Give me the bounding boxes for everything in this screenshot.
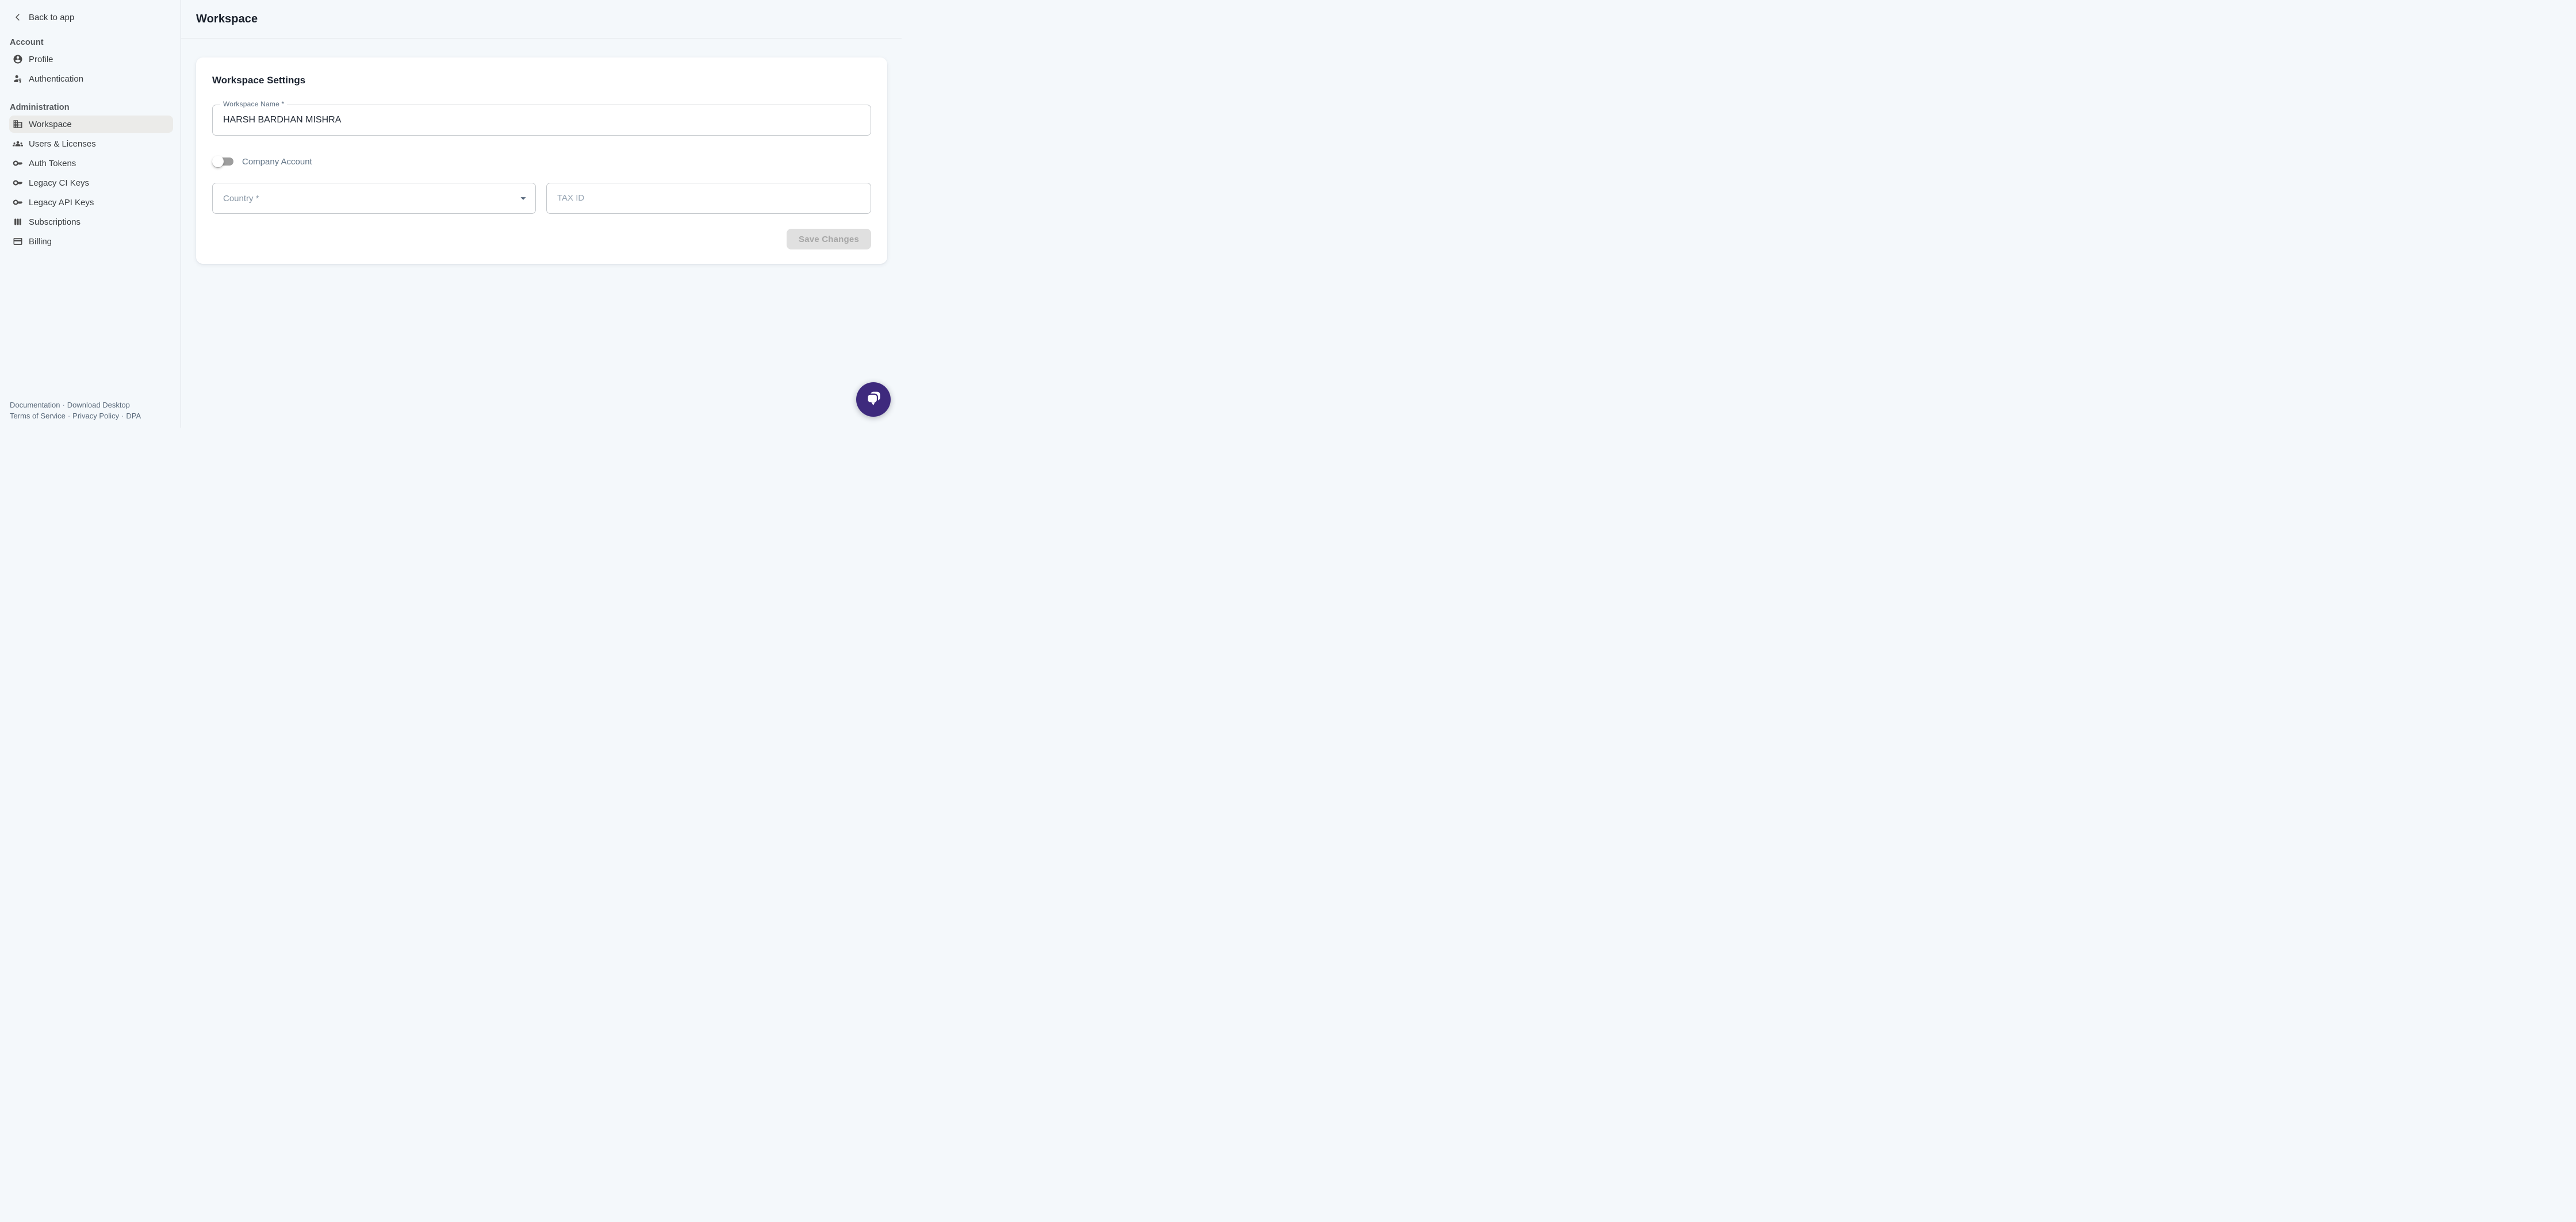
download-desktop-link[interactable]: Download Desktop (67, 401, 130, 409)
company-account-row: Company Account (212, 151, 871, 172)
sidebar-item-subscriptions[interactable]: Subscriptions (9, 213, 173, 230)
sidebar-item-label: Users & Licenses (29, 139, 96, 149)
sidebar-item-label: Auth Tokens (29, 159, 76, 168)
groups-icon (13, 139, 23, 149)
sidebar-item-label: Billing (29, 237, 52, 247)
footer-separator: · (121, 412, 124, 420)
footer-row-1: Documentation·Download Desktop (10, 399, 141, 410)
page-title: Workspace (196, 13, 258, 26)
tax-id-field (546, 183, 871, 214)
workspace-name-field: Workspace Name * (212, 105, 871, 136)
sidebar-item-billing[interactable]: Billing (9, 233, 173, 250)
card-title: Workspace Settings (212, 75, 871, 86)
company-account-toggle[interactable] (212, 156, 233, 167)
sidebar-item-workspace[interactable]: Workspace (9, 116, 173, 133)
sidebar-item-label: Profile (29, 55, 53, 64)
toggle-thumb (212, 156, 224, 167)
sidebar-footer: Documentation·Download Desktop Terms of … (10, 399, 141, 421)
sidebar-item-authentication[interactable]: Authentication (9, 70, 173, 87)
footer-row-2: Terms of Service·Privacy Policy·DPA (10, 410, 141, 421)
dpa-link[interactable]: DPA (126, 412, 141, 420)
chat-launcher-button[interactable] (856, 382, 891, 417)
footer-separator: · (62, 401, 64, 409)
workspace-name-label: Workspace Name * (220, 100, 287, 108)
key-icon (13, 158, 23, 168)
sidebar-item-label: Legacy API Keys (29, 198, 94, 207)
page-header: Workspace (181, 0, 902, 39)
section-title-account: Account (10, 38, 171, 47)
country-select-label: Country * (223, 194, 259, 203)
chevron-left-icon (13, 12, 23, 22)
key-icon (13, 197, 23, 207)
section-title-administration: Administration (10, 103, 171, 112)
key-icon (13, 178, 23, 188)
sidebar-item-label: Subscriptions (29, 217, 80, 227)
card-actions: Save Changes (212, 229, 871, 249)
privacy-policy-link[interactable]: Privacy Policy (72, 412, 119, 420)
credit-card-icon (13, 236, 23, 247)
sidebar: Back to app Account Profile Authenticati… (0, 0, 181, 428)
main-area: Workspace Workspace Settings Workspace N… (181, 0, 902, 428)
tax-id-input[interactable] (547, 183, 871, 213)
chat-bubbles-icon (865, 389, 883, 410)
back-to-app-button[interactable]: Back to app (13, 12, 171, 22)
back-to-app-label: Back to app (29, 13, 74, 22)
country-tax-row: Country * (212, 183, 871, 214)
sidebar-item-users-licenses[interactable]: Users & Licenses (9, 135, 173, 152)
footer-separator: · (68, 412, 70, 420)
sidebar-item-legacy-ci-keys[interactable]: Legacy CI Keys (9, 174, 173, 191)
content-area: Workspace Settings Workspace Name * Comp… (181, 39, 902, 264)
sidebar-item-profile[interactable]: Profile (9, 51, 173, 68)
sidebar-item-auth-tokens[interactable]: Auth Tokens (9, 155, 173, 172)
country-select[interactable]: Country * (212, 183, 536, 214)
building-icon (13, 119, 23, 129)
person-key-icon (13, 74, 23, 84)
company-account-label: Company Account (242, 157, 312, 167)
save-changes-button[interactable]: Save Changes (787, 229, 871, 249)
sidebar-item-legacy-api-keys[interactable]: Legacy API Keys (9, 194, 173, 211)
terms-of-service-link[interactable]: Terms of Service (10, 412, 66, 420)
sidebar-item-label: Workspace (29, 120, 72, 129)
account-circle-icon (13, 54, 23, 64)
workspace-settings-card: Workspace Settings Workspace Name * Comp… (196, 57, 887, 264)
columns-icon (13, 217, 23, 227)
chevron-down-icon (517, 192, 530, 205)
workspace-name-input[interactable] (213, 105, 871, 135)
documentation-link[interactable]: Documentation (10, 401, 60, 409)
sidebar-item-label: Authentication (29, 74, 83, 84)
workspace-settings-page: Back to app Account Profile Authenticati… (0, 0, 902, 428)
sidebar-item-label: Legacy CI Keys (29, 178, 89, 188)
